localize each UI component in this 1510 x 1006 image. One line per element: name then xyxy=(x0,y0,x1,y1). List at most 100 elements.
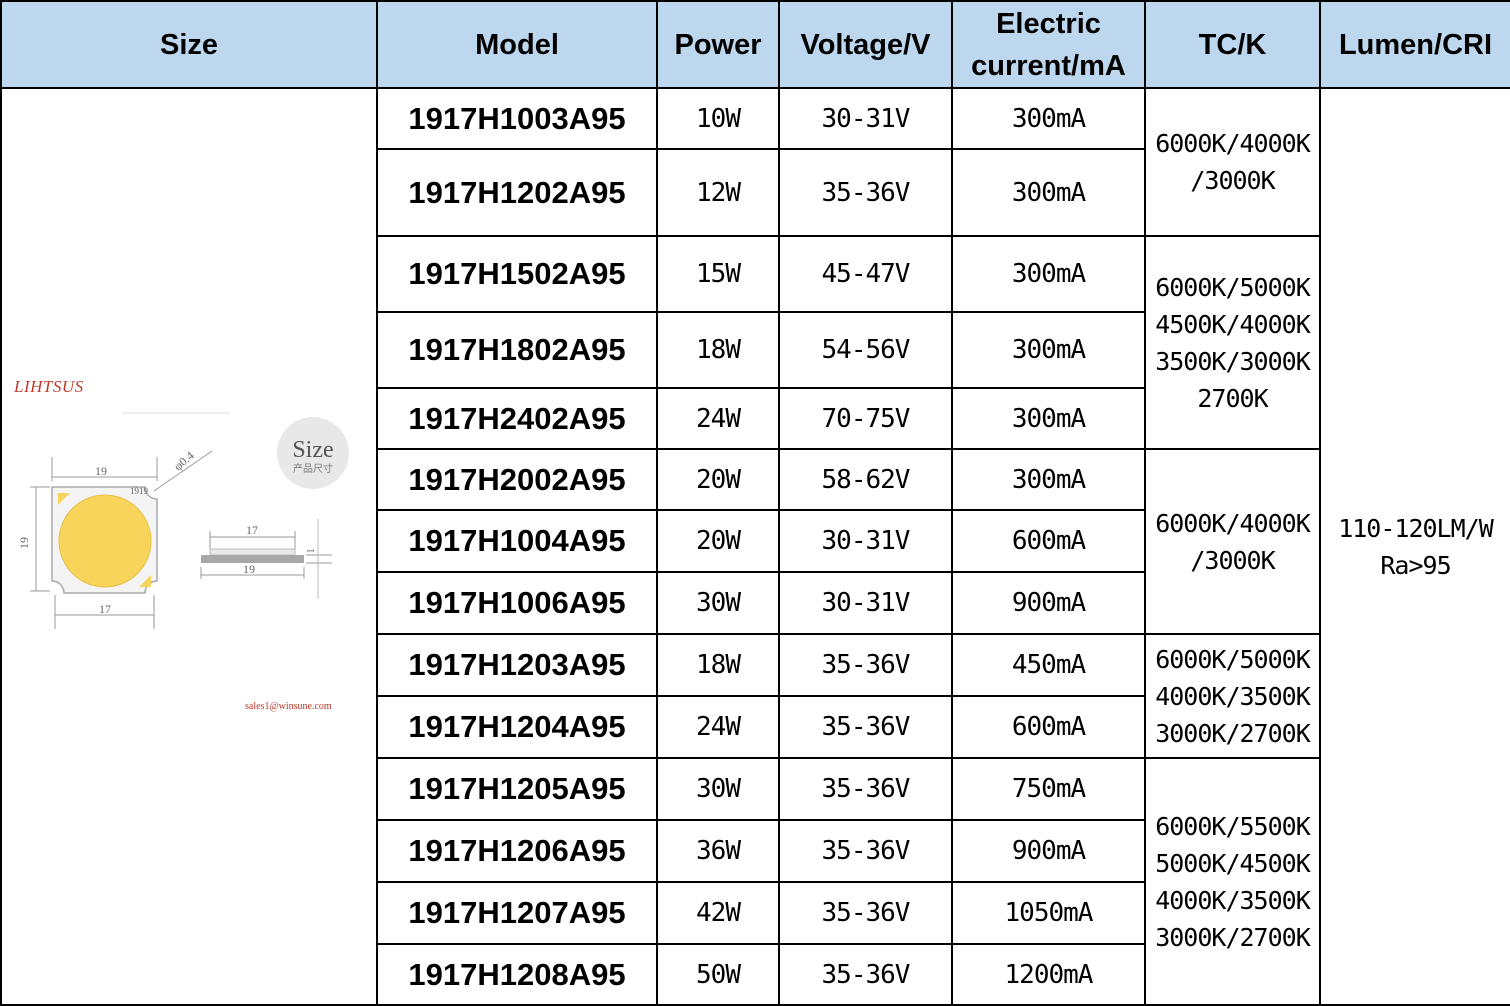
cell-model: 1917H1204A95 xyxy=(376,695,658,759)
cell-power: 30W xyxy=(656,571,780,635)
tc-line: 4000K/3500K xyxy=(1155,885,1311,915)
hole-label: φ0.4 xyxy=(171,448,197,473)
cell-power: 50W xyxy=(656,943,780,1006)
header-model: Model xyxy=(376,0,658,89)
sales-email: sales1@winsune.com xyxy=(245,701,332,712)
cell-voltage: 45-47V xyxy=(778,235,953,313)
cell-current: 300mA xyxy=(951,311,1146,389)
tc-line: 3000K/2700K xyxy=(1155,922,1311,952)
header-voltage: Voltage/V xyxy=(778,0,953,89)
cell-current: 1200mA xyxy=(951,943,1146,1006)
cell-voltage: 35-36V xyxy=(778,148,953,237)
cell-current: 450mA xyxy=(951,633,1146,697)
cell-current: 900mA xyxy=(951,819,1146,883)
chip-label: 1919 xyxy=(130,486,149,496)
cell-power: 24W xyxy=(656,387,780,450)
cell-power: 18W xyxy=(656,311,780,389)
cell-model: 1917H1208A95 xyxy=(376,943,658,1006)
header-lumen: Lumen/CRI xyxy=(1319,0,1510,89)
tc-line: 6000K/4000K xyxy=(1155,129,1311,158)
side-thickness-label: 1 xyxy=(305,548,317,554)
header-row: Size Model Power Voltage/V Electric curr… xyxy=(0,0,1510,89)
cell-current: 300mA xyxy=(951,235,1146,313)
tc-line: 4500K/4000K xyxy=(1155,309,1311,339)
cell-power: 10W xyxy=(656,87,780,150)
cell-voltage: 30-31V xyxy=(778,509,953,573)
size-figure: LIHTSUS 19 19 1919 φ0.4 17 Size 产品尺寸 17 … xyxy=(3,90,375,1003)
tc-line: 6000K/5000K xyxy=(1155,272,1311,302)
table-row: LIHTSUS 19 19 1919 φ0.4 17 Size 产品尺寸 17 … xyxy=(0,87,1510,1006)
cell-model: 1917H1004A95 xyxy=(376,509,658,573)
cell-current: 300mA xyxy=(951,387,1146,450)
cell-power: 24W xyxy=(656,695,780,759)
cell-power: 12W xyxy=(656,148,780,237)
size-badge-title: Size xyxy=(292,437,333,463)
cell-voltage: 30-31V xyxy=(778,571,953,635)
cell-voltage: 35-36V xyxy=(778,757,953,821)
cell-voltage: 30-31V xyxy=(778,87,953,150)
cell-voltage: 35-36V xyxy=(778,943,953,1006)
cell-voltage: 70-75V xyxy=(778,387,953,450)
cell-model: 1917H2402A95 xyxy=(376,387,658,450)
cell-voltage: 54-56V xyxy=(778,311,953,389)
cell-current: 750mA xyxy=(951,757,1146,821)
cell-power: 20W xyxy=(656,448,780,511)
tc-line: /3000K xyxy=(1190,545,1275,575)
cell-model: 1917H1802A95 xyxy=(376,311,658,389)
cell-current: 1050mA xyxy=(951,881,1146,945)
cell-current: 600mA xyxy=(951,695,1146,759)
cell-current: 900mA xyxy=(951,571,1146,635)
tc-line: 3500K/3000K xyxy=(1155,346,1311,376)
cri-value: Ra>95 xyxy=(1380,550,1451,580)
cell-model: 1917H1003A95 xyxy=(376,87,658,150)
cell-power: 15W xyxy=(656,235,780,313)
tc-group-1: 6000K/4000K /3000K xyxy=(1144,87,1321,237)
cell-voltage: 58-62V xyxy=(778,448,953,511)
cell-power: 18W xyxy=(656,633,780,697)
size-figure-cell: LIHTSUS 19 19 1919 φ0.4 17 Size 产品尺寸 17 … xyxy=(0,87,378,1006)
header-current-line1: Electric xyxy=(996,7,1101,40)
cell-current: 300mA xyxy=(951,87,1146,150)
side-width-top-label: 17 xyxy=(246,523,258,537)
tc-line: 6000K/4000K xyxy=(1155,508,1311,538)
tc-group-5: 6000K/5500K 5000K/4500K 4000K/3500K 3000… xyxy=(1144,757,1321,1006)
tc-group-3: 6000K/4000K /3000K xyxy=(1144,448,1321,635)
spec-table: Size Model Power Voltage/V Electric curr… xyxy=(0,0,1510,1006)
dim-bottom-label: 17 xyxy=(99,602,111,616)
dimension-drawing: 19 19 1919 φ0.4 17 Size 产品尺寸 17 19 1 xyxy=(17,412,349,629)
dim-left-label: 19 xyxy=(17,537,31,549)
cell-power: 36W xyxy=(656,819,780,883)
tc-group-2: 6000K/5000K 4500K/4000K 3500K/3000K 2700… xyxy=(1144,235,1321,450)
cell-model: 1917H2002A95 xyxy=(376,448,658,511)
header-tc: TC/K xyxy=(1144,0,1321,89)
cell-model: 1917H1206A95 xyxy=(376,819,658,883)
size-badge-subtitle: 产品尺寸 xyxy=(293,462,333,475)
cell-power: 42W xyxy=(656,881,780,945)
cell-voltage: 35-36V xyxy=(778,633,953,697)
header-current: Electric current/mA xyxy=(951,0,1146,89)
tc-line: /3000K xyxy=(1190,166,1275,195)
led-emitter xyxy=(58,494,152,588)
cell-current: 300mA xyxy=(951,448,1146,511)
header-size: Size xyxy=(0,0,378,89)
cell-voltage: 35-36V xyxy=(778,881,953,945)
cell-voltage: 35-36V xyxy=(778,695,953,759)
tc-line: 4000K/3500K xyxy=(1155,681,1311,711)
dim-top-label: 19 xyxy=(95,464,107,478)
tc-line: 2700K xyxy=(1197,383,1268,413)
tc-group-4: 6000K/5000K 4000K/3500K 3000K/2700K xyxy=(1144,633,1321,759)
header-power: Power xyxy=(656,0,780,89)
cell-current: 300mA xyxy=(951,148,1146,237)
tc-line: 5000K/4500K xyxy=(1155,848,1311,878)
cell-model: 1917H1502A95 xyxy=(376,235,658,313)
side-width-bottom-label: 19 xyxy=(243,562,255,576)
cell-model: 1917H1006A95 xyxy=(376,571,658,635)
tc-line: 3000K/2700K xyxy=(1155,718,1311,748)
tc-line: 6000K/5500K xyxy=(1155,811,1311,841)
tc-line: 6000K/5000K xyxy=(1155,644,1311,674)
cell-power: 20W xyxy=(656,509,780,573)
lumen-value: 110-120LM/W xyxy=(1338,513,1494,543)
lumen-cri-cell: 110-120LM/W Ra>95 xyxy=(1319,87,1510,1006)
cell-current: 600mA xyxy=(951,509,1146,573)
cell-model: 1917H1202A95 xyxy=(376,148,658,237)
